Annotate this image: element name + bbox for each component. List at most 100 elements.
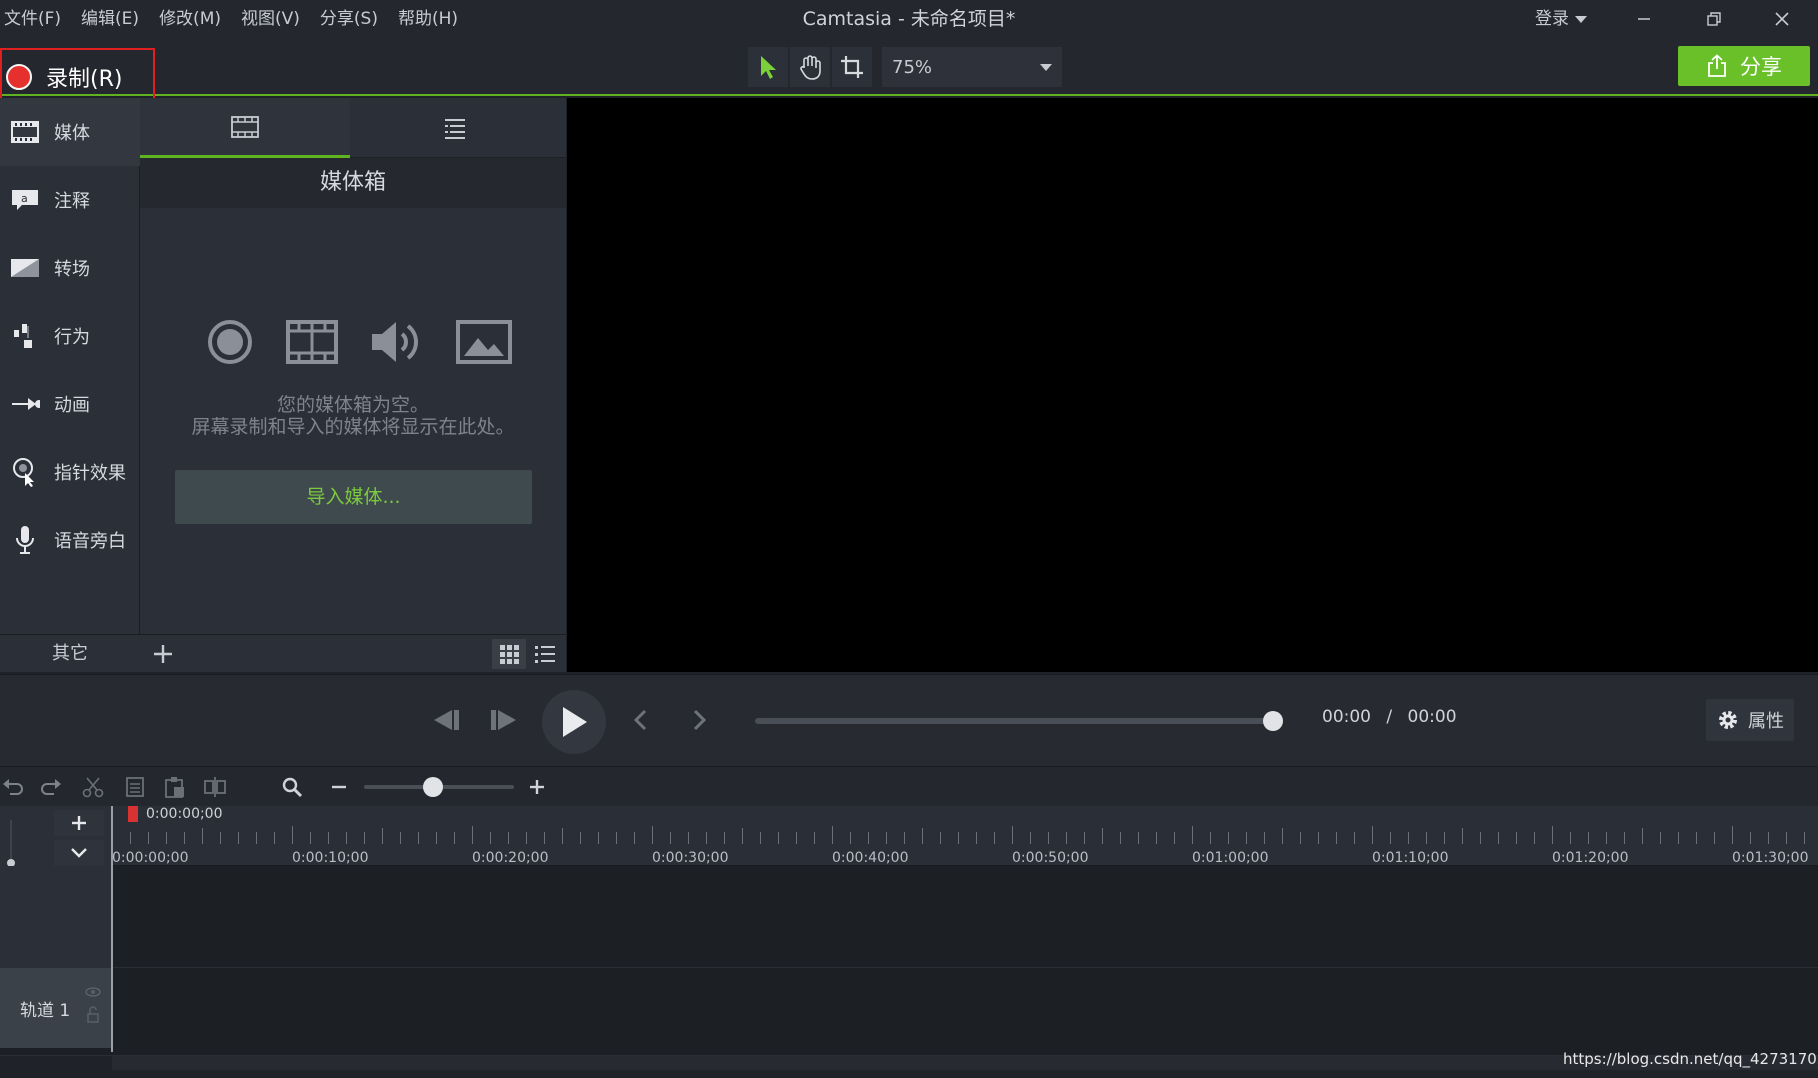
- playhead-time: 0:00:00;00: [146, 806, 223, 822]
- record-circle-icon: [208, 320, 252, 364]
- main-toolbar: 录制(R) 75% 分享: [0, 38, 1818, 106]
- properties-label: 属性: [1748, 711, 1784, 732]
- menu-file[interactable]: 文件(F): [4, 0, 73, 38]
- properties-button[interactable]: 属性: [1706, 699, 1794, 741]
- playhead-line: [111, 806, 113, 1052]
- scrubber-thumb[interactable]: [1263, 711, 1283, 731]
- zoom-slider-thumb[interactable]: [422, 777, 443, 797]
- zoom-value: 75%: [892, 56, 933, 78]
- pan-tool-button[interactable]: [790, 47, 830, 87]
- time-display: 00:00 / 00:00: [1322, 707, 1457, 727]
- film-icon: [231, 115, 259, 138]
- restore-button[interactable]: [1684, 0, 1744, 38]
- track-header-empty: [0, 866, 112, 968]
- sidebar-item-cursor-effects[interactable]: 指针效果: [0, 438, 140, 506]
- sidebar-item-animations[interactable]: 动画: [0, 370, 140, 438]
- empty-message-line2: 屏幕录制和导入的媒体将显示在此处。: [191, 416, 515, 438]
- zoom-in-button[interactable]: [522, 772, 552, 802]
- cursor-effect-icon: [10, 457, 40, 487]
- list-icon: [535, 646, 555, 663]
- play-button[interactable]: [542, 690, 606, 754]
- redo-icon: [41, 779, 61, 795]
- login-dropdown[interactable]: 登录: [1535, 0, 1587, 38]
- sidebar-item-label: 动画: [54, 395, 90, 416]
- next-marker-button[interactable]: [676, 697, 722, 743]
- menu-share[interactable]: 分享(S): [320, 0, 390, 38]
- empty-track-row: [0, 866, 1818, 968]
- playback-scrubber[interactable]: [755, 711, 1283, 731]
- track-height-slider-icon[interactable]: [2, 814, 26, 874]
- watermark-url: https://blog.csdn.net/qq_42731705: [1563, 1050, 1818, 1068]
- sidebar-item-behaviors[interactable]: 行为: [0, 302, 140, 370]
- timeline-ruler[interactable]: 0:00:00;00 0:00:00;00 0:00:10;00 0:00:20;0…: [112, 806, 1818, 866]
- sidebar-item-label: 媒体: [54, 123, 90, 144]
- paste-button[interactable]: [160, 772, 190, 802]
- timeline-toolbar: [0, 766, 1818, 806]
- menu-help[interactable]: 帮助(H): [398, 0, 470, 38]
- minimize-button[interactable]: [1614, 0, 1674, 38]
- copy-button[interactable]: [120, 772, 150, 802]
- zoom-select[interactable]: 75%: [882, 47, 1062, 87]
- track-header[interactable]: 轨道 1: [0, 968, 112, 1048]
- time-separator: /: [1386, 707, 1393, 727]
- zoom-out-button[interactable]: [324, 772, 354, 802]
- tab-media-bin[interactable]: [140, 98, 350, 158]
- select-tool-button[interactable]: [748, 47, 788, 87]
- split-icon: [204, 777, 226, 797]
- zoom-search-button[interactable]: [277, 772, 307, 802]
- chevron-down-icon: [71, 848, 87, 858]
- list-view-button[interactable]: [528, 639, 562, 669]
- track-label: 轨道 1: [20, 1000, 71, 1021]
- split-button[interactable]: [200, 772, 230, 802]
- search-icon: [282, 777, 303, 798]
- import-media-button[interactable]: 导入媒体...: [175, 470, 532, 524]
- menu-bar: 文件(F) 编辑(E) 修改(M) 视图(V) 分享(S) 帮助(H): [0, 0, 478, 38]
- track-row[interactable]: [0, 968, 1818, 1056]
- paste-clipboard-icon: [165, 777, 184, 798]
- empty-message: 您的媒体箱为空。 屏幕录制和导入的媒体将显示在此处。: [140, 394, 566, 438]
- gear-icon: [1719, 711, 1737, 729]
- close-button[interactable]: [1752, 0, 1812, 38]
- record-label: 录制(R): [46, 67, 123, 92]
- menu-view[interactable]: 视图(V): [241, 0, 312, 38]
- menu-edit[interactable]: 编辑(E): [81, 0, 151, 38]
- image-icon: [456, 320, 512, 364]
- sidebar-item-voice-narration[interactable]: 语音旁白: [0, 506, 140, 574]
- step-back-button[interactable]: [423, 697, 469, 743]
- microphone-icon: [10, 525, 40, 555]
- preview-canvas[interactable]: [567, 98, 1818, 672]
- sidebar-item-media[interactable]: 媒体: [0, 98, 140, 166]
- film-icon: [286, 320, 338, 364]
- hand-icon: [800, 55, 821, 80]
- share-button[interactable]: 分享: [1678, 46, 1810, 86]
- cut-button[interactable]: [78, 772, 108, 802]
- ruler-tick-label: 0:00:40;00: [832, 850, 909, 866]
- sidebar-item-transitions[interactable]: 转场: [0, 234, 140, 302]
- undo-button[interactable]: [0, 772, 28, 802]
- collapse-tracks-button[interactable]: [54, 840, 104, 866]
- redo-button[interactable]: [36, 772, 66, 802]
- add-button[interactable]: [148, 639, 178, 669]
- share-label: 分享: [1740, 55, 1782, 79]
- current-time: 00:00: [1322, 707, 1371, 727]
- media-type-icons: [206, 318, 512, 366]
- previous-marker-button[interactable]: [618, 697, 664, 743]
- total-time: 00:00: [1407, 707, 1457, 727]
- step-forward-button[interactable]: [481, 697, 527, 743]
- playhead-handle[interactable]: [128, 806, 138, 822]
- restore-icon: [1707, 12, 1721, 26]
- sidebar-item-label: 转场: [54, 259, 90, 280]
- grid-view-button[interactable]: [492, 639, 526, 669]
- crop-tool-button[interactable]: [832, 47, 872, 87]
- list-icon: [445, 119, 465, 139]
- track-visibility-lock-icons[interactable]: [84, 984, 102, 1028]
- timeline-zoom-slider[interactable]: [364, 777, 514, 797]
- sidebar-item-annotations[interactable]: a 注释: [0, 166, 140, 234]
- sidebar-item-label: 注释: [54, 191, 90, 212]
- sidebar-item-label: 行为: [54, 327, 90, 348]
- tab-library[interactable]: [350, 98, 560, 158]
- title-bar: 文件(F) 编辑(E) 修改(M) 视图(V) 分享(S) 帮助(H) Camt…: [0, 0, 1818, 38]
- add-track-button[interactable]: [54, 810, 104, 836]
- menu-modify[interactable]: 修改(M): [159, 0, 233, 38]
- sidebar-more-button[interactable]: 其它: [0, 634, 140, 672]
